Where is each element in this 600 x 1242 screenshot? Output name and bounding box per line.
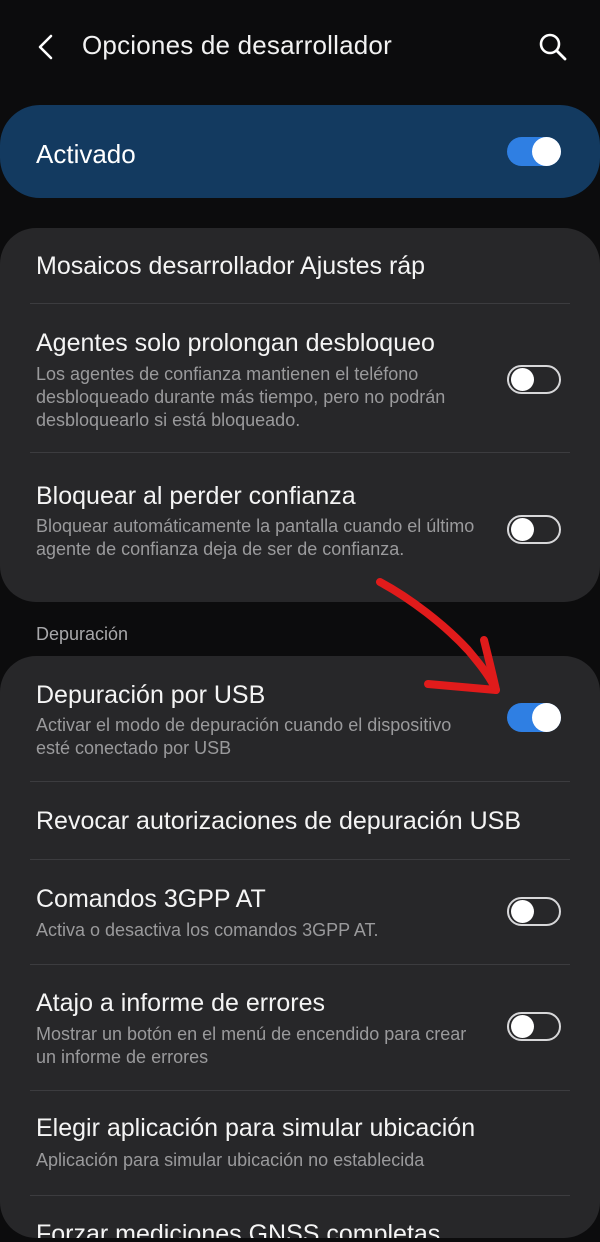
item-title: Elegir aplicación para simular ubicación: [36, 1114, 476, 1142]
master-switch-label: Activado: [36, 139, 136, 169]
back-arrow-icon[interactable]: [30, 30, 64, 64]
toggle-knob: [511, 1015, 534, 1038]
item-title: Depuración por USB: [36, 681, 266, 709]
list-item-trust-agents-extend-unlock[interactable]: Agentes solo prolongan desbloqueo Los ag…: [0, 304, 600, 452]
page-title: Opciones de desarrollador: [82, 30, 392, 60]
toggle-switch[interactable]: [507, 365, 561, 394]
item-title: Revocar autorizaciones de depuración USB: [36, 807, 521, 835]
item-title: Comandos 3GPP AT: [36, 885, 266, 913]
toggle-switch[interactable]: [507, 897, 561, 926]
settings-group-general: Mosaicos desarrollador Ajustes ráp Agent…: [0, 228, 600, 602]
list-item-usb-debugging[interactable]: Depuración por USB Activar el modo de de…: [0, 656, 600, 782]
item-title: Agentes solo prolongan desbloqueo: [36, 329, 435, 357]
list-item-revoke-usb-authorizations[interactable]: Revocar autorizaciones de depuración USB: [0, 782, 600, 860]
toggle-knob: [511, 518, 534, 541]
item-description: Bloquear automáticamente la pantalla cua…: [36, 516, 475, 559]
red-arrow-annotation-icon: [376, 578, 500, 694]
toggle-switch[interactable]: [507, 1012, 561, 1041]
item-title: Forzar mediciones GNSS completas: [36, 1220, 441, 1238]
settings-group-debugging: Depuración por USB Activar el modo de de…: [0, 656, 600, 1238]
toggle-knob: [511, 900, 534, 923]
toggle-switch[interactable]: [507, 703, 561, 732]
master-toggle[interactable]: [507, 137, 561, 166]
item-description: Activa o desactiva los comandos 3GPP AT.: [36, 920, 379, 940]
toggle-switch[interactable]: [507, 515, 561, 544]
section-header-debugging: Depuración: [36, 624, 129, 644]
list-item-quick-settings-tiles[interactable]: Mosaicos desarrollador Ajustes ráp: [0, 228, 600, 304]
toggle-knob: [532, 703, 561, 732]
master-switch-row[interactable]: Activado: [0, 105, 600, 198]
list-item-3gpp-at-commands[interactable]: Comandos 3GPP AT Activa o desactiva los …: [0, 860, 600, 964]
item-title: Bloquear al perder confianza: [36, 482, 356, 510]
list-item-mock-location-app[interactable]: Elegir aplicación para simular ubicación…: [0, 1091, 600, 1195]
item-title: Mosaicos desarrollador Ajustes ráp: [36, 252, 426, 280]
search-icon[interactable]: [536, 30, 570, 64]
list-item-force-gnss-measurements[interactable]: Forzar mediciones GNSS completas: [0, 1196, 600, 1238]
item-description: Mostrar un botón en el menú de encendido…: [36, 1024, 467, 1067]
item-description: Los agentes de confianza mantienen el te…: [36, 364, 446, 430]
list-item-bug-report-shortcut[interactable]: Atajo a informe de errores Mostrar un bo…: [0, 965, 600, 1090]
item-description: Aplicación para simular ubicación no est…: [36, 1150, 425, 1170]
toggle-knob: [511, 368, 534, 391]
toggle-knob: [532, 137, 561, 166]
app-bar: Opciones de desarrollador: [0, 0, 600, 96]
item-title: Atajo a informe de errores: [36, 989, 326, 1017]
item-description: Activar el modo de depuración cuando el …: [36, 715, 452, 758]
list-item-lock-on-trust-lost[interactable]: Bloquear al perder confianza Bloquear au…: [0, 453, 600, 602]
